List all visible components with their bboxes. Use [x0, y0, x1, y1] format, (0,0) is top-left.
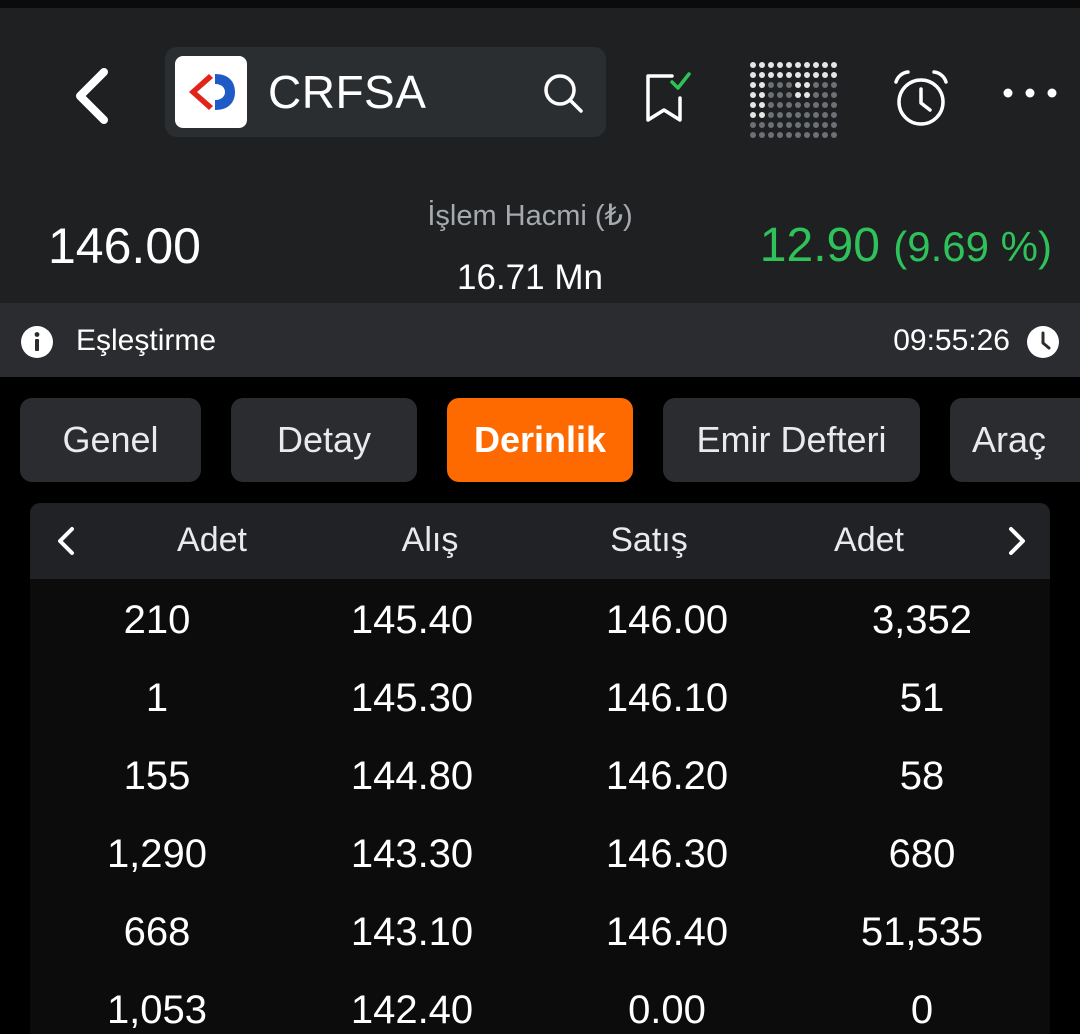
volume-label: İşlem Hacmi (₺)	[427, 200, 633, 232]
tab-emir-defteri[interactable]: Emir Defteri	[663, 398, 920, 482]
chevron-left-icon[interactable]	[48, 521, 88, 561]
bid-price-cell: 144.80	[350, 754, 474, 798]
table-row[interactable]: 210 145.40 146.00 3,352	[30, 581, 1050, 659]
stock-header: CRFSA 146.00 İşlem Hacmi (₺) 16.71 Mn 12…	[0, 8, 1080, 303]
carrefour-logo	[175, 56, 247, 128]
bid-qty-cell: 155	[123, 754, 191, 798]
bid-price-cell: 145.30	[350, 676, 474, 720]
stock-symbol: CRFSA	[268, 66, 427, 118]
ask-qty-cell: 51,535	[860, 910, 984, 954]
back-arrow-icon	[76, 68, 108, 124]
bid-price-cell: 145.40	[350, 598, 474, 642]
session-status: Eşleştirme	[76, 324, 217, 357]
top-strip	[0, 0, 1080, 8]
ask-price-cell: 146.00	[605, 598, 729, 642]
search-icon[interactable]	[541, 71, 585, 115]
bid-qty-cell: 210	[123, 598, 191, 642]
ask-qty-cell: 58	[899, 754, 945, 798]
table-row[interactable]: 155 144.80 146.20 58	[30, 737, 1050, 815]
ask-price-cell: 146.40	[605, 910, 729, 954]
table-row[interactable]: 1 145.30 146.10 51	[30, 659, 1050, 737]
session-status-bar: Eşleştirme 09:55:26	[0, 303, 1080, 377]
ask-price-cell: 0.00	[628, 988, 706, 1032]
chevron-right-icon[interactable]	[995, 521, 1035, 561]
change-value: 12.90	[759, 219, 880, 272]
clock-icon	[1026, 325, 1060, 359]
symbol-search-box[interactable]: CRFSA	[165, 47, 606, 137]
bid-qty-cell: 1	[145, 676, 169, 720]
ask-qty-cell: 51	[899, 676, 945, 720]
watchlist-icon[interactable]	[642, 70, 692, 126]
tab-genel[interactable]: Genel	[20, 398, 201, 482]
tab-derinlik[interactable]: Derinlik	[447, 398, 633, 482]
tab-arac[interactable]: Araç	[950, 398, 1080, 482]
col-header-bid-qty: Adet	[177, 521, 247, 559]
col-header-bid: Alış	[401, 521, 459, 559]
table-row[interactable]: 1,290 143.30 146.30 680	[30, 815, 1050, 893]
table-row[interactable]: 1,053 142.40 0.00 0	[30, 971, 1050, 1034]
bid-qty-cell: 1,053	[106, 988, 208, 1032]
volume-value: 16.71 Mn	[457, 258, 603, 297]
bid-price-cell: 142.40	[350, 988, 474, 1032]
bid-qty-cell: 1,290	[106, 832, 208, 876]
tab-bar: Genel Detay Derinlik Emir Defteri Araç	[0, 398, 1080, 482]
table-header: Adet Alış Satış Adet	[30, 503, 1050, 579]
bid-price-cell: 143.30	[350, 832, 474, 876]
bid-price-cell: 143.10	[350, 910, 474, 954]
market-depth-table: Adet Alış Satış Adet 210 145.40 146.00 3,35…	[30, 503, 1050, 1034]
ask-price-cell: 146.10	[605, 676, 729, 720]
change-percent: (9.69 %)	[893, 223, 1052, 270]
price-change: 12.90 (9.69 %)	[760, 218, 1052, 275]
session-time: 09:55:26	[893, 324, 1010, 357]
last-price: 146.00	[48, 218, 201, 274]
alarm-icon[interactable]	[890, 68, 952, 130]
ask-price-cell: 146.30	[605, 832, 729, 876]
col-header-ask-qty: Adet	[834, 521, 904, 559]
ask-qty-cell: 680	[888, 832, 956, 876]
back-button[interactable]	[60, 60, 130, 132]
market-depth-icon[interactable]	[748, 60, 840, 140]
ask-qty-cell: 3,352	[871, 598, 973, 642]
tab-detay[interactable]: Detay	[231, 398, 417, 482]
ask-price-cell: 146.20	[605, 754, 729, 798]
more-icon[interactable]	[1000, 78, 1060, 108]
ask-qty-cell: 0	[910, 988, 934, 1032]
info-icon[interactable]	[20, 325, 54, 359]
bid-qty-cell: 668	[123, 910, 191, 954]
col-header-ask: Satış	[610, 521, 688, 559]
table-row[interactable]: 668 143.10 146.40 51,535	[30, 893, 1050, 971]
